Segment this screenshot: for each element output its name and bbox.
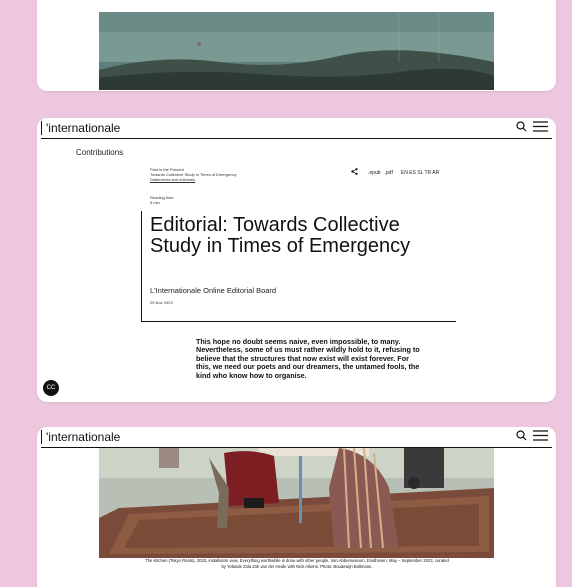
card-article: 'internationale Contributions Past in th… — [37, 118, 556, 402]
language-switcher[interactable]: EN ES SL TR AR — [401, 170, 439, 176]
landscape-photo — [99, 12, 494, 90]
card-landscape — [37, 0, 556, 91]
reading-time: Reading time 5 min — [150, 195, 174, 205]
menu-icon[interactable] — [533, 428, 548, 446]
breadcrumb-item[interactable]: Statements and editorials — [150, 177, 236, 182]
article-date: 29 Nov 2023 — [150, 300, 173, 305]
site-logo[interactable]: 'internationale — [41, 430, 120, 444]
section-label[interactable]: Contributions — [76, 148, 123, 157]
site-header: 'internationale — [41, 427, 552, 448]
article-epigraph: This hope no doubt seems naive, even imp… — [196, 337, 420, 380]
reading-time-value: 5 min — [150, 200, 160, 205]
article-title: Editorial: Towards Collective Study in T… — [150, 214, 411, 257]
share-bar: .epub .pdf EN ES SL TR AR — [351, 168, 439, 177]
creative-commons-icon[interactable]: CC — [43, 380, 59, 396]
search-icon[interactable] — [516, 428, 527, 446]
installation-photo — [99, 448, 494, 558]
site-header: 'internationale — [41, 118, 552, 139]
search-icon[interactable] — [516, 119, 527, 137]
epub-link[interactable]: .epub — [368, 170, 381, 176]
pdf-link[interactable]: .pdf — [385, 170, 393, 176]
card-image: 'internationale The Kitchen (Tokyo Roots… — [37, 427, 556, 587]
menu-icon[interactable] — [533, 119, 548, 137]
breadcrumb: Past in the Present Towards Collective S… — [150, 167, 236, 182]
caption-line: by Yolande Zola Zoli van der Heide with … — [221, 563, 373, 569]
photo-caption: The Kitchen (Tokyo Roots), 2023, install… — [77, 558, 517, 569]
article-byline[interactable]: L'Internationale Online Editorial Board — [150, 286, 276, 295]
site-logo[interactable]: 'internationale — [41, 121, 120, 135]
cc-badge-label: CC — [46, 385, 56, 391]
share-icon[interactable] — [351, 168, 358, 177]
